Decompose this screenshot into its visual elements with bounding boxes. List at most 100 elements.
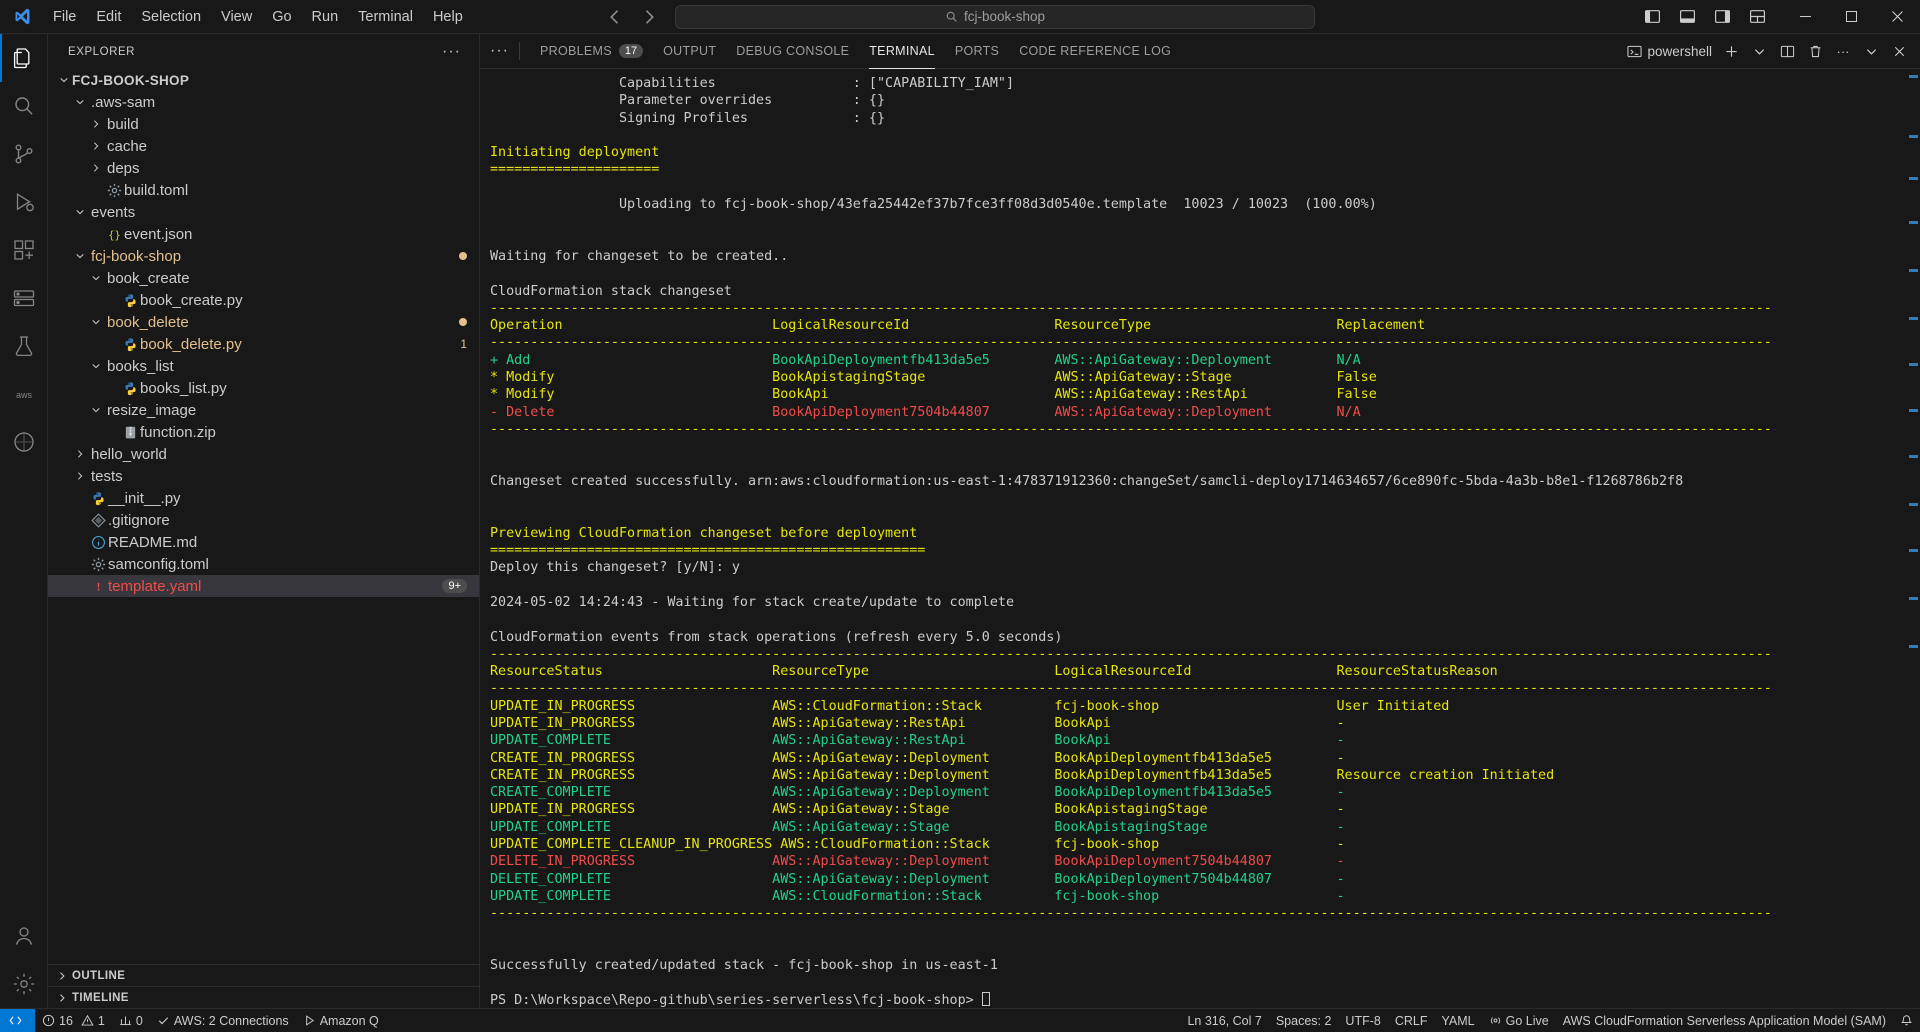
tree-twisty[interactable]: [88, 360, 104, 372]
panel-more-actions[interactable]: ···: [1830, 38, 1856, 64]
activity-settings-gear-icon[interactable]: [0, 960, 48, 1008]
minimize-button[interactable]: [1782, 0, 1828, 34]
tree-folder-row[interactable]: book_create: [48, 267, 479, 289]
tree-twisty[interactable]: [72, 250, 88, 262]
new-terminal-button[interactable]: [1718, 38, 1744, 64]
status-eol[interactable]: CRLF: [1388, 1009, 1435, 1032]
status-language-mode[interactable]: YAML: [1435, 1009, 1482, 1032]
tree-twisty[interactable]: [88, 140, 104, 152]
terminal-view[interactable]: Capabilities : ["CAPABILITY_IAM"] Parame…: [480, 69, 1920, 1008]
tree-file-row[interactable]: function.zip: [48, 421, 479, 443]
activity-aws-toolkit-icon[interactable]: aws: [0, 370, 48, 418]
maximize-panel-button[interactable]: [1858, 38, 1884, 64]
status-encoding[interactable]: UTF-8: [1338, 1009, 1387, 1032]
tree-folder-row[interactable]: deps: [48, 157, 479, 179]
tree-folder-row[interactable]: hello_world: [48, 443, 479, 465]
menu-selection[interactable]: Selection: [132, 6, 210, 28]
split-terminal-button[interactable]: [1774, 38, 1800, 64]
menu-help[interactable]: Help: [424, 6, 472, 28]
tree-twisty[interactable]: [88, 272, 104, 284]
kill-terminal-button[interactable]: [1802, 38, 1828, 64]
maximize-button[interactable]: [1828, 0, 1874, 34]
toggle-secondary-sidebar-icon[interactable]: [1707, 4, 1737, 30]
tree-twisty[interactable]: [72, 206, 88, 218]
tree-folder-row[interactable]: books_list: [48, 355, 479, 377]
new-terminal-dropdown[interactable]: [1746, 38, 1772, 64]
activity-search-icon[interactable]: [0, 82, 48, 130]
forward-arrow-icon[interactable]: [639, 7, 659, 27]
status-indentation[interactable]: Spaces: 2: [1269, 1009, 1339, 1032]
tree-twisty[interactable]: [72, 470, 88, 482]
close-panel-button[interactable]: [1886, 38, 1912, 64]
panel-tab-code-reference-log[interactable]: CODE REFERENCE LOG: [1009, 34, 1181, 69]
tree-file-row[interactable]: .gitignore: [48, 509, 479, 531]
tree-file-row[interactable]: samconfig.toml: [48, 553, 479, 575]
menu-file[interactable]: File: [44, 6, 85, 28]
toggle-primary-sidebar-icon[interactable]: [1637, 4, 1667, 30]
panel-tab-ports[interactable]: PORTS: [945, 34, 1009, 69]
tree-folder-row[interactable]: events: [48, 201, 479, 223]
menu-go[interactable]: Go: [263, 6, 300, 28]
customize-layout-icon[interactable]: [1742, 4, 1772, 30]
back-arrow-icon[interactable]: [605, 7, 625, 27]
panel-tab-problems[interactable]: PROBLEMS 17: [530, 34, 653, 69]
terminal-scrollbar[interactable]: [1906, 69, 1920, 1008]
tree-twisty[interactable]: [72, 448, 88, 460]
status-notifications[interactable]: [1893, 1009, 1920, 1032]
tree-file-row[interactable]: README.md: [48, 531, 479, 553]
tree-twisty[interactable]: [88, 316, 104, 328]
panel-tab-output[interactable]: OUTPUT: [653, 34, 726, 69]
tree-twisty[interactable]: [56, 74, 72, 86]
status-aws-connections[interactable]: AWS: 2 Connections: [150, 1009, 296, 1032]
status-line-col[interactable]: Ln 316, Col 7: [1180, 1009, 1268, 1032]
tree-twisty[interactable]: [72, 96, 88, 108]
status-go-live[interactable]: Go Live: [1482, 1009, 1556, 1032]
tree-file-row[interactable]: book_delete.py 1: [48, 333, 479, 355]
activity-source-control-icon[interactable]: [0, 130, 48, 178]
sidebar-section-outline[interactable]: OUTLINE: [48, 964, 479, 986]
activity-explorer-icon[interactable]: [0, 34, 48, 82]
remote-indicator[interactable]: [0, 1008, 35, 1032]
activity-docker-icon[interactable]: [0, 418, 48, 466]
tree-file-row[interactable]: {} event.json: [48, 223, 479, 245]
tree-file-row[interactable]: books_list.py: [48, 377, 479, 399]
terminal-shell-selector[interactable]: powershell: [1623, 38, 1716, 64]
activity-testing-icon[interactable]: [0, 322, 48, 370]
command-center-search[interactable]: fcj-book-shop: [675, 4, 1315, 29]
tree-folder-row[interactable]: book_delete: [48, 311, 479, 333]
sidebar-more-actions-icon[interactable]: ···: [442, 43, 469, 61]
toggle-panel-icon[interactable]: [1672, 4, 1702, 30]
panel-tab-debug-console[interactable]: DEBUG CONSOLE: [726, 34, 859, 69]
close-button[interactable]: [1874, 0, 1920, 34]
tree-folder-row[interactable]: cache: [48, 135, 479, 157]
activity-accounts-icon[interactable]: [0, 912, 48, 960]
tree-file-row[interactable]: build.toml: [48, 179, 479, 201]
tree-file-row[interactable]: book_create.py: [48, 289, 479, 311]
menu-edit[interactable]: Edit: [87, 6, 130, 28]
tree-root-row[interactable]: FCJ-BOOK-SHOP: [48, 69, 479, 91]
status-ports[interactable]: 0: [112, 1009, 150, 1032]
tree-file-row[interactable]: ! template.yaml 9+: [48, 575, 479, 597]
menu-terminal[interactable]: Terminal: [349, 6, 422, 28]
panel-tab-terminal[interactable]: TERMINAL: [859, 34, 945, 69]
amazon-q-label: Amazon Q: [319, 1013, 379, 1028]
editor-more-actions-icon[interactable]: ···: [490, 42, 509, 60]
tree-twisty[interactable]: [88, 118, 104, 130]
tree-folder-row[interactable]: resize_image: [48, 399, 479, 421]
menu-run[interactable]: Run: [303, 6, 348, 28]
tree-folder-row[interactable]: tests: [48, 465, 479, 487]
tree-twisty[interactable]: [88, 162, 104, 174]
tree-folder-row[interactable]: .aws-sam: [48, 91, 479, 113]
tree-file-row[interactable]: __init__.py: [48, 487, 479, 509]
activity-remote-explorer-icon[interactable]: [0, 274, 48, 322]
tree-folder-row[interactable]: fcj-book-shop: [48, 245, 479, 267]
status-sam[interactable]: AWS CloudFormation Serverless Applicatio…: [1556, 1009, 1893, 1032]
status-amazon-q[interactable]: Amazon Q: [296, 1009, 386, 1032]
activity-extensions-icon[interactable]: [0, 226, 48, 274]
sidebar-section-timeline[interactable]: TIMELINE: [48, 986, 479, 1008]
tree-twisty[interactable]: [88, 404, 104, 416]
tree-folder-row[interactable]: build: [48, 113, 479, 135]
activity-run-debug-icon[interactable]: [0, 178, 48, 226]
menu-view[interactable]: View: [212, 6, 261, 28]
status-problems[interactable]: 16 1: [35, 1009, 112, 1032]
